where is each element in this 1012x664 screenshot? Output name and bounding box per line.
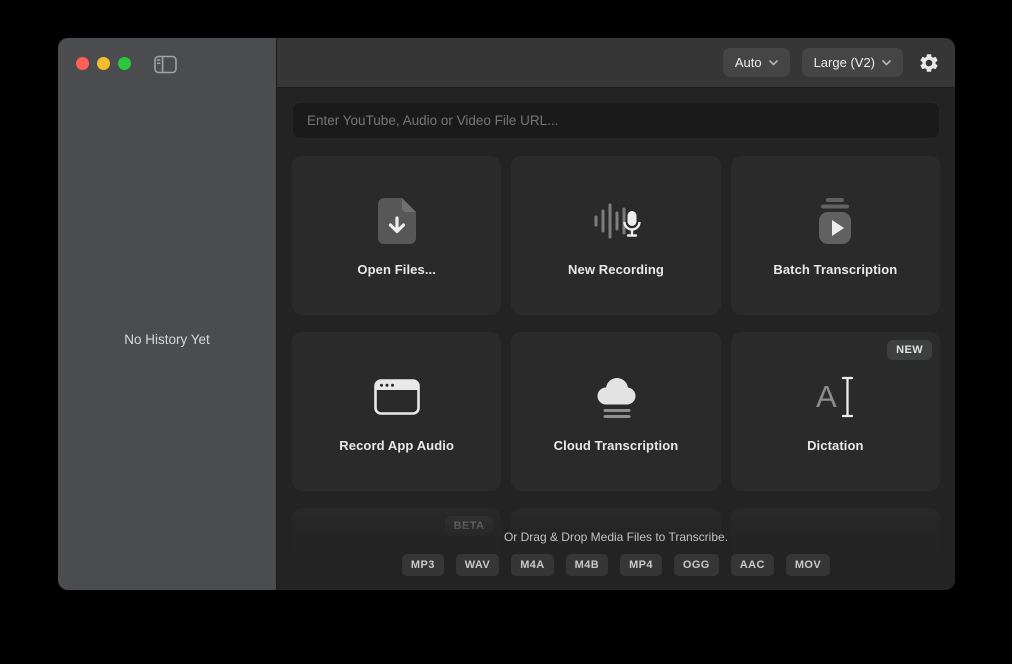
sidebar-toggle-button[interactable] [154,55,178,74]
format-pill: MP4 [620,554,662,576]
play-stack-icon [813,195,857,247]
format-pill-row: MP3 WAV M4A M4B MP4 OGG AAC MOV [277,554,955,576]
toolbar: Auto Large (V2) [277,38,955,88]
close-button[interactable] [76,57,89,70]
action-card-record-app-audio[interactable]: Record App Audio [292,332,501,491]
sidebar: No History Yet [58,38,276,590]
action-card-label: Record App Audio [339,438,454,453]
action-card-label: New Recording [568,262,664,277]
dictation-letter: A [816,381,837,412]
format-pill: OGG [674,554,719,576]
action-card-label: Cloud Transcription [554,438,679,453]
traffic-lights [76,57,131,70]
action-card-cloud-transcription[interactable]: Cloud Transcription [511,332,720,491]
waveform-mic-icon [590,195,642,247]
action-card-label: Open Files... [357,262,436,277]
format-pill: AAC [731,554,774,576]
action-card-batch-transcription[interactable]: Batch Transcription [731,156,940,315]
action-card-open-files[interactable]: Open Files... [292,156,501,315]
gear-icon [918,52,940,74]
drop-hint-text: Or Drag & Drop Media Files to Transcribe… [277,530,955,544]
format-pill: M4A [511,554,553,576]
format-pill: MP3 [402,554,444,576]
format-pill: M4B [566,554,608,576]
history-empty-text: No History Yet [58,332,276,347]
action-card-new-recording[interactable]: New Recording [511,156,720,315]
chevron-down-icon [882,60,891,66]
new-badge: NEW [887,340,932,360]
action-card-label: Batch Transcription [773,262,897,277]
format-pill: MOV [786,554,830,576]
main-panel: Auto Large (V2) [277,38,955,590]
content-area: Open Files... [277,88,955,590]
chevron-down-icon [769,60,778,66]
model-dropdown-label: Large (V2) [814,55,875,70]
model-dropdown[interactable]: Large (V2) [802,48,903,77]
action-grid-row-2: Record App Audio [292,332,940,491]
text-cursor-icon: A [816,371,855,423]
zoom-button[interactable] [118,57,131,70]
minimize-button[interactable] [97,57,110,70]
action-card-label: Dictation [807,438,864,453]
settings-button[interactable] [918,52,940,74]
format-pill: WAV [456,554,499,576]
action-card-dictation[interactable]: NEW A Dictation [731,332,940,491]
language-dropdown-label: Auto [735,55,762,70]
cloud-lines-icon [590,371,642,423]
doc-arrow-down-icon [378,195,416,247]
language-dropdown[interactable]: Auto [723,48,790,77]
app-window-icon [374,371,420,423]
sidebar-toggle-icon [154,55,178,74]
app-window: No History Yet Auto Large (V2) [58,38,955,590]
action-grid: Open Files... [292,156,940,315]
url-input[interactable] [292,102,940,139]
drop-footer: Or Drag & Drop Media Files to Transcribe… [277,530,955,576]
